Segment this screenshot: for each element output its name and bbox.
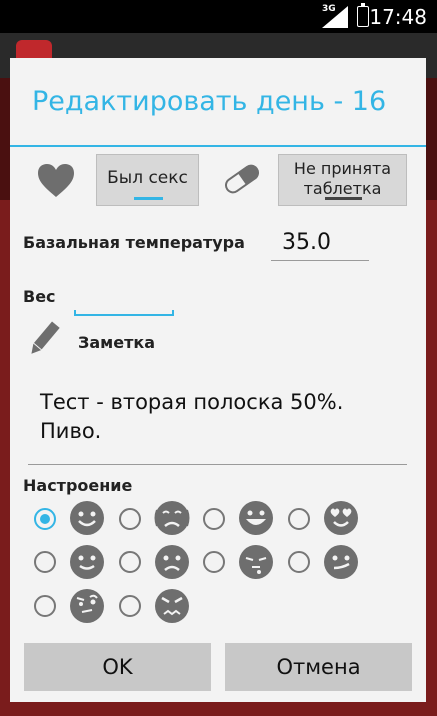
- sex-button-label: Был секс: [107, 168, 188, 188]
- mood-radio[interactable]: [288, 508, 310, 530]
- happy-face-icon: [70, 501, 104, 535]
- mood-radio[interactable]: [119, 551, 141, 573]
- title-divider: [10, 145, 426, 147]
- note-field[interactable]: Тест - вторая полоска 50%. Пиво.: [28, 376, 407, 465]
- temperature-label: Базальная температура: [23, 233, 245, 252]
- mood-radio[interactable]: [203, 551, 225, 573]
- smiling-face-icon: [70, 545, 104, 579]
- toggle-indicator: [325, 197, 362, 200]
- clock: 17:48: [369, 5, 427, 29]
- pencil-icon: [31, 321, 60, 354]
- skeptical-face-icon: [70, 589, 104, 623]
- ok-button[interactable]: OK: [24, 643, 211, 691]
- pill-toggle-button[interactable]: Не принята таблетка: [278, 154, 407, 206]
- sleepy-face-icon: [239, 545, 273, 579]
- grinning-face-icon: [239, 501, 273, 535]
- crying-face-icon: [154, 501, 190, 535]
- mood-radio[interactable]: [34, 551, 56, 573]
- battery-icon: [357, 3, 369, 27]
- temperature-value: 35.0: [282, 230, 331, 255]
- mood-label: Настроение: [23, 476, 133, 495]
- heart-icon: [38, 164, 74, 197]
- angry-face-icon: [155, 589, 189, 623]
- mood-radio[interactable]: [119, 595, 141, 617]
- pill-button-label-line2: таблетка: [303, 179, 382, 198]
- pill-icon: [224, 164, 260, 194]
- mood-radio[interactable]: [34, 508, 56, 530]
- temperature-field[interactable]: 35.0: [271, 226, 369, 261]
- note-label: Заметка: [78, 333, 156, 352]
- status-bar: 3G 17:48: [0, 0, 437, 33]
- toggle-indicator: [134, 197, 163, 200]
- dialog-title: Редактировать день - 16: [32, 86, 387, 117]
- edit-day-dialog: Редактировать день - 16 Был секс Не прин…: [10, 58, 426, 702]
- pill-button-label-line1: Не принята: [293, 159, 392, 178]
- weight-field[interactable]: [74, 280, 174, 316]
- smirking-face-icon: [324, 545, 358, 579]
- cancel-button[interactable]: Отмена: [225, 643, 412, 691]
- mood-radio[interactable]: [119, 508, 141, 530]
- mood-radio[interactable]: [288, 551, 310, 573]
- weight-label: Вес: [23, 287, 56, 306]
- heart-eyes-face-icon: [324, 501, 358, 535]
- sex-toggle-button[interactable]: Был секс: [96, 154, 199, 206]
- mood-grid: [32, 500, 422, 624]
- mood-radio[interactable]: [203, 508, 225, 530]
- sad-face-icon: [155, 545, 189, 579]
- signal-icon: [322, 6, 348, 28]
- note-text: Тест - вторая полоска 50%. Пиво.: [40, 390, 344, 443]
- mood-radio[interactable]: [34, 595, 56, 617]
